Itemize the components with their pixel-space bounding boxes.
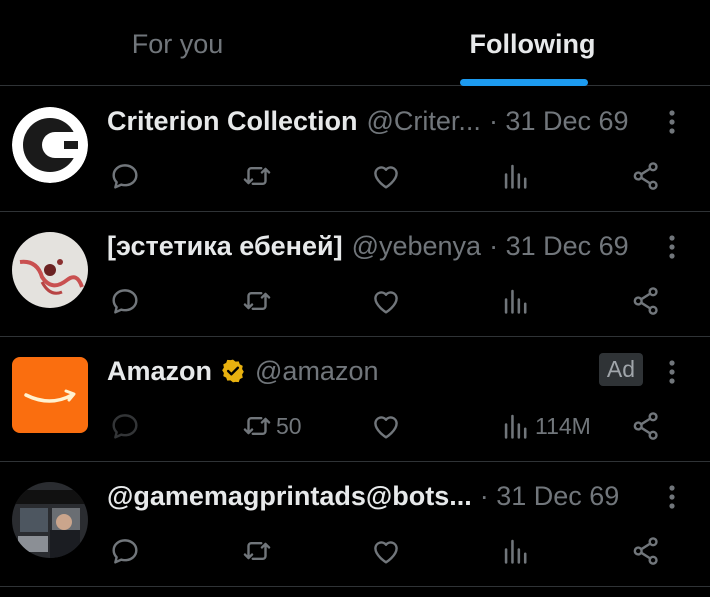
post-actions: 50 114M xyxy=(0,402,710,450)
reply-icon xyxy=(112,289,138,314)
author-name[interactable]: Amazon xyxy=(107,356,212,387)
heart-icon xyxy=(374,416,398,439)
post-actions xyxy=(0,152,710,200)
reply-icon xyxy=(112,414,138,439)
repost-button[interactable] xyxy=(240,277,274,325)
post-time[interactable]: · 31 Dec 69 xyxy=(489,106,629,137)
repost-icon xyxy=(243,292,271,310)
post-header: @gamemagprintads@bots... · 31 Dec 69 xyxy=(107,476,667,516)
heart-icon xyxy=(374,291,398,314)
author-name[interactable]: [эстетика ебеней] xyxy=(107,231,343,262)
share-button[interactable] xyxy=(629,152,663,200)
repost-icon xyxy=(243,417,271,435)
post-actions xyxy=(0,527,710,575)
views-button[interactable] xyxy=(499,152,533,200)
active-tab-indicator xyxy=(460,79,588,86)
share-button[interactable] xyxy=(629,277,663,325)
post-card[interactable]: [эстетика ебеней] @yebenya · 31 Dec 69 xyxy=(0,212,710,337)
share-button[interactable] xyxy=(629,527,663,575)
more-options-icon[interactable] xyxy=(662,107,682,137)
share-icon xyxy=(633,537,658,565)
views-button[interactable]: 114M xyxy=(499,402,591,450)
timeline-tabs: For you Following xyxy=(0,0,710,86)
share-icon xyxy=(633,162,658,190)
views-chart-icon xyxy=(504,289,527,314)
reply-button[interactable] xyxy=(108,152,142,200)
tab-following[interactable]: Following xyxy=(355,0,710,86)
reply-button[interactable] xyxy=(108,277,142,325)
repost-icon xyxy=(243,167,271,185)
author-name[interactable]: Criterion Collection xyxy=(107,106,358,137)
post-time[interactable]: · 31 Dec 69 xyxy=(489,231,629,262)
reply-button[interactable] xyxy=(108,402,142,450)
post-actions xyxy=(0,277,710,325)
post-card[interactable]: Criterion Collection @Criter... · 31 Dec… xyxy=(0,87,710,212)
like-button[interactable] xyxy=(369,402,403,450)
share-icon xyxy=(633,287,658,315)
more-options-icon[interactable] xyxy=(662,357,682,387)
reply-icon xyxy=(112,164,138,189)
reply-button[interactable] xyxy=(108,527,142,575)
share-icon xyxy=(633,412,658,440)
tab-for-you[interactable]: For you xyxy=(0,0,355,86)
more-options-icon[interactable] xyxy=(662,232,682,262)
like-button[interactable] xyxy=(369,277,403,325)
repost-button[interactable]: 50 xyxy=(240,402,302,450)
more-options-icon[interactable] xyxy=(662,482,682,512)
repost-button[interactable] xyxy=(240,527,274,575)
repost-button[interactable] xyxy=(240,152,274,200)
like-button[interactable] xyxy=(369,527,403,575)
heart-icon xyxy=(374,166,398,189)
views-chart-icon xyxy=(504,164,527,189)
repost-icon xyxy=(243,542,271,560)
author-name[interactable]: @gamemagprintads@bots... xyxy=(107,481,472,512)
tab-label: Following xyxy=(469,29,596,59)
post-card[interactable]: Amazon @amazon Ad 50 114M xyxy=(0,337,710,462)
views-button[interactable] xyxy=(499,277,533,325)
post-header: Amazon @amazon xyxy=(107,351,667,391)
views-button[interactable] xyxy=(499,527,533,575)
author-handle[interactable]: @amazon xyxy=(255,356,378,387)
post-time[interactable]: · 31 Dec 69 xyxy=(480,481,620,512)
views-count: 114M xyxy=(535,412,591,439)
views-chart-icon xyxy=(504,539,527,564)
post-header: Criterion Collection @Criter... · 31 Dec… xyxy=(107,101,667,141)
verified-badge-icon xyxy=(222,359,244,383)
views-chart-icon xyxy=(504,414,527,439)
ad-badge: Ad xyxy=(598,353,643,386)
tab-label: For you xyxy=(131,29,224,59)
repost-count: 50 xyxy=(276,412,302,439)
author-handle[interactable]: @Criter... xyxy=(367,106,481,137)
heart-icon xyxy=(374,541,398,564)
post-card[interactable]: @gamemagprintads@bots... · 31 Dec 69 xyxy=(0,462,710,587)
author-handle[interactable]: @yebenya xyxy=(352,231,482,262)
share-button[interactable] xyxy=(629,402,663,450)
reply-icon xyxy=(112,539,138,564)
like-button[interactable] xyxy=(369,152,403,200)
post-header: [эстетика ебеней] @yebenya · 31 Dec 69 xyxy=(107,226,667,266)
